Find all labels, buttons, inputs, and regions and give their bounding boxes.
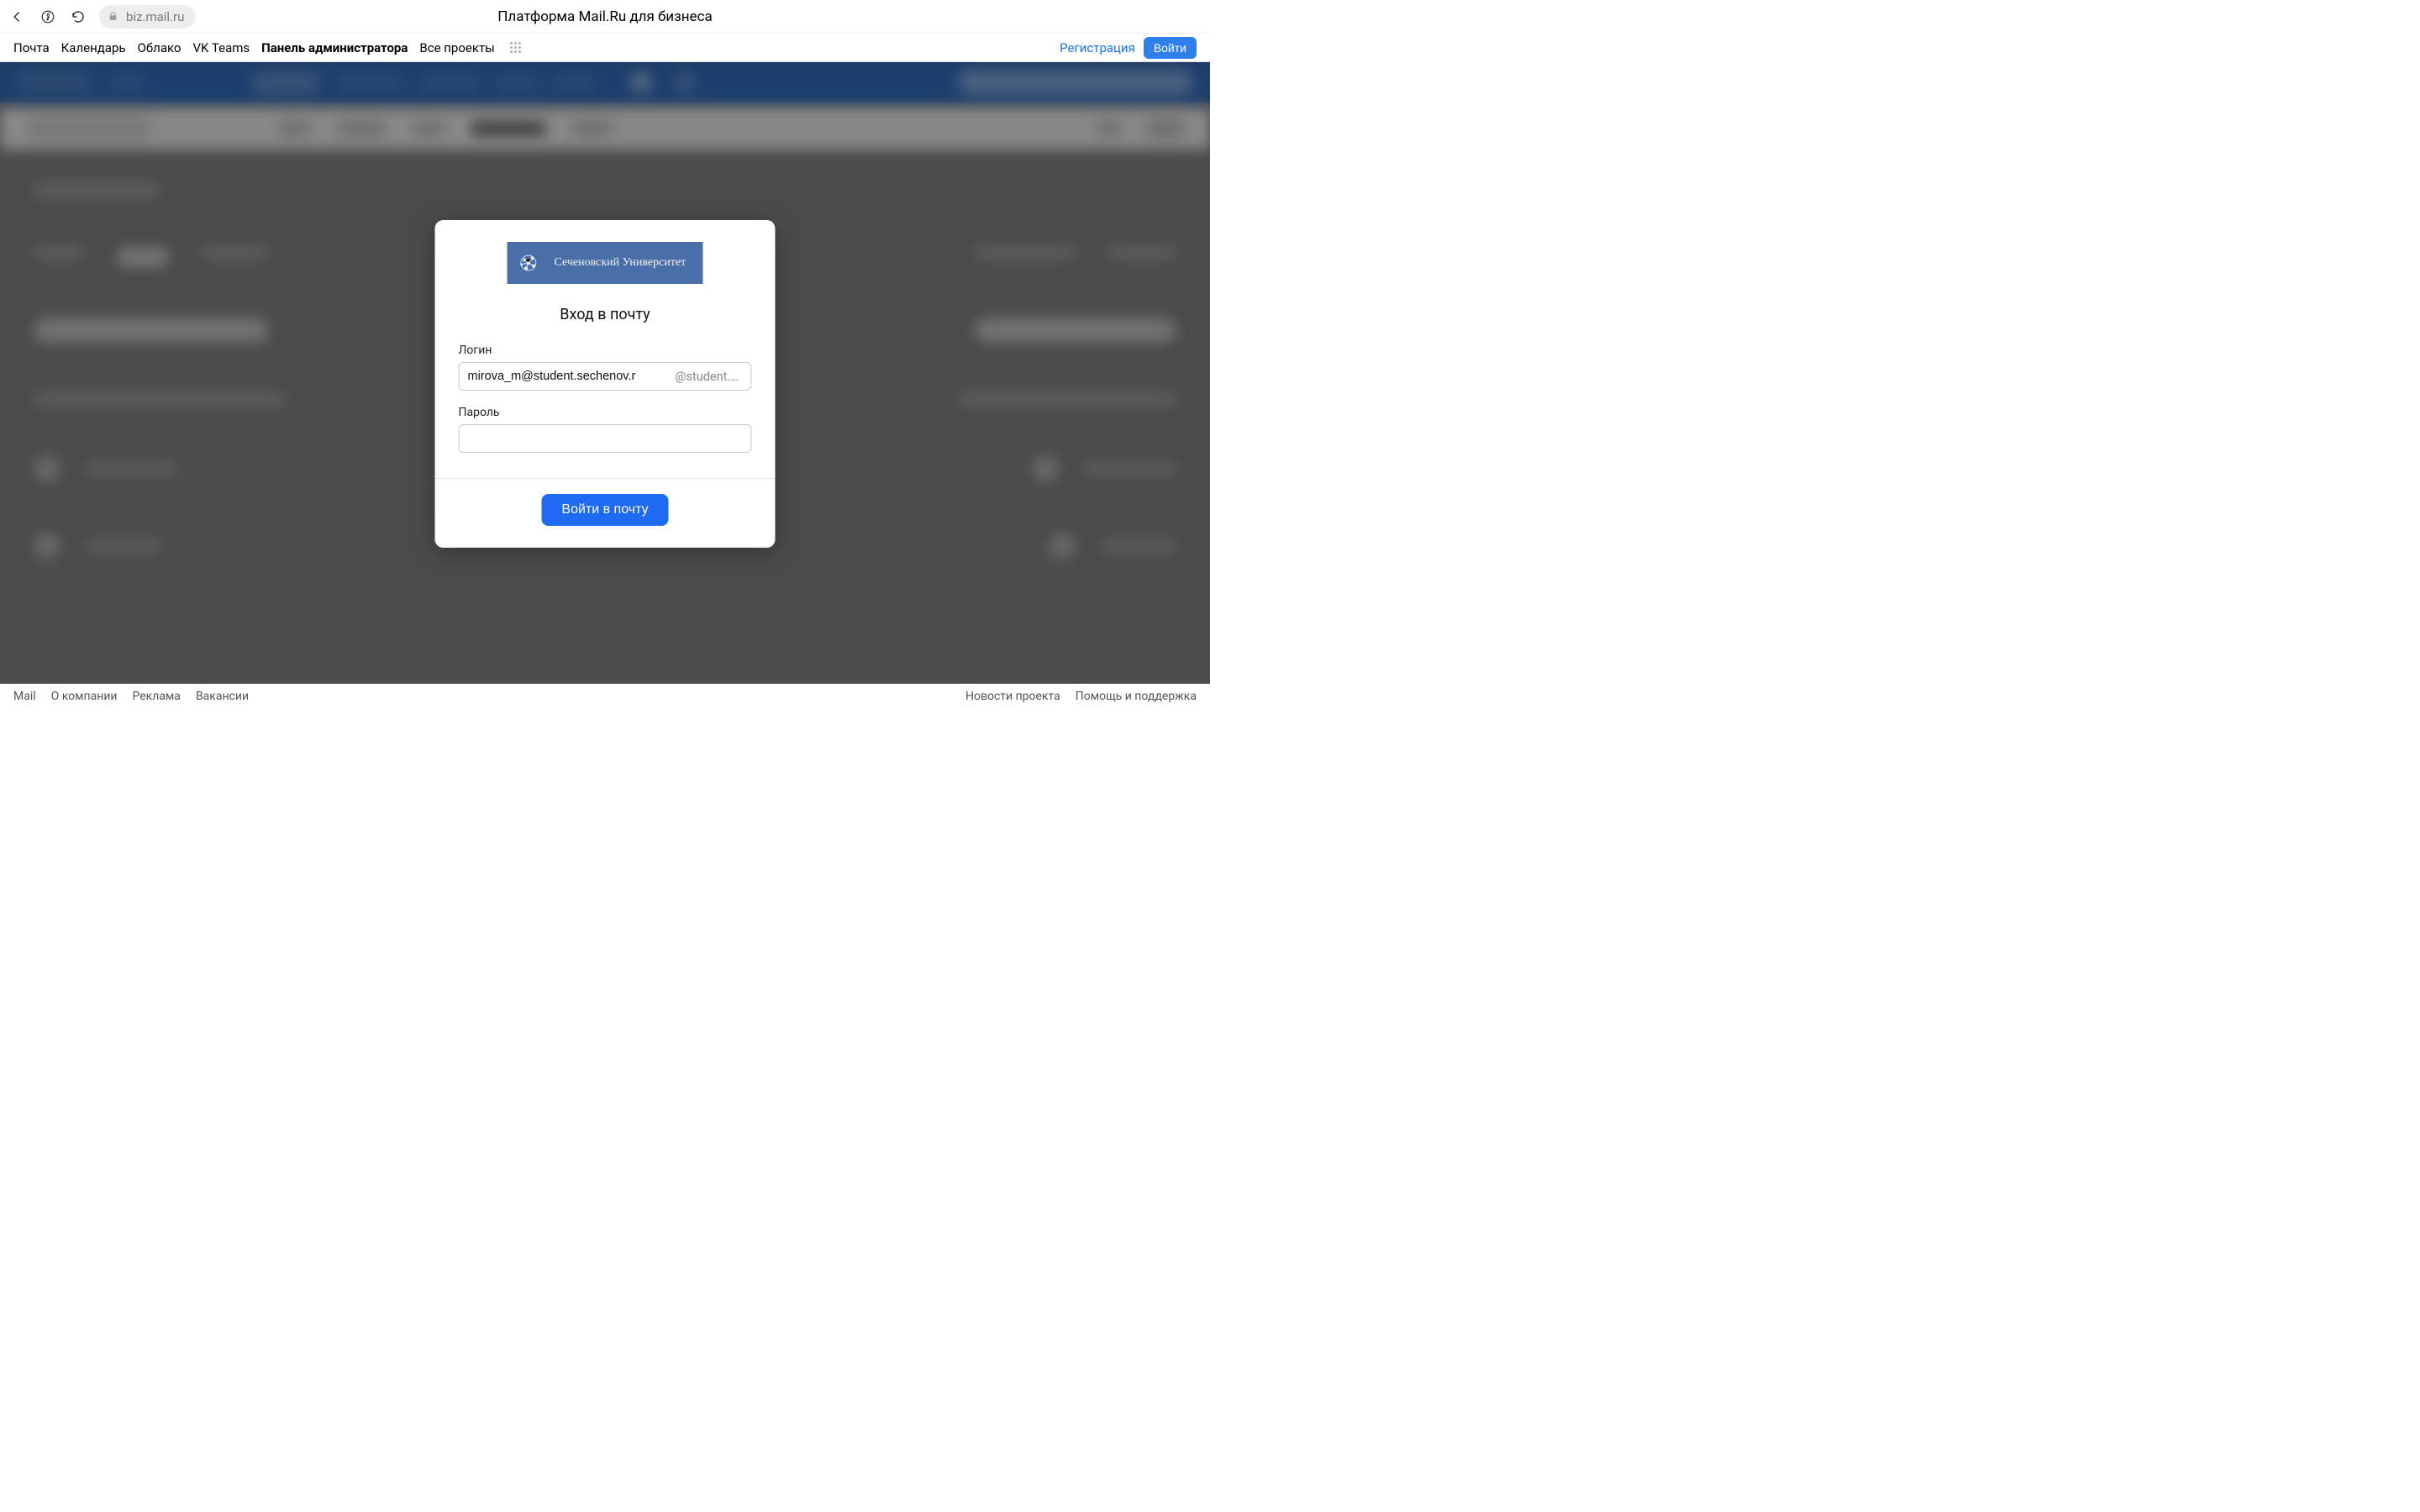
url-text: biz.mail.ru (126, 9, 184, 24)
nav-link-calendar[interactable]: Календарь (61, 40, 126, 55)
nav-link-admin[interactable]: Панель администратора (261, 40, 408, 55)
password-input[interactable] (459, 424, 752, 453)
footer: Mail О компании Реклама Вакансии Новости… (0, 684, 1210, 709)
yandex-icon[interactable] (40, 9, 55, 24)
password-label: Пароль (459, 406, 752, 419)
login-input-row: @student.s… (459, 362, 752, 391)
browser-toolbar: biz.mail.ru Платформа Mail.Ru для бизнес… (0, 0, 1210, 34)
modal-title: Вход в почту (459, 306, 752, 323)
footer-link-help[interactable]: Помощь и поддержка (1076, 690, 1197, 703)
nav-link-cloud[interactable]: Облако (138, 40, 182, 55)
footer-left: Mail О компании Реклама Вакансии (13, 690, 249, 703)
nav-link-vkteams[interactable]: VK Teams (193, 40, 250, 55)
product-nav: Почта Календарь Облако VK Teams Панель а… (0, 34, 1210, 62)
password-field-group: Пароль (459, 406, 752, 453)
university-logo: Сеченовский Университет (508, 242, 703, 284)
modal-action-row: Войти в почту (435, 479, 776, 548)
back-icon[interactable] (10, 9, 25, 24)
footer-link-jobs[interactable]: Вакансии (196, 690, 249, 703)
url-bar[interactable]: biz.mail.ru (99, 5, 196, 29)
footer-link-about[interactable]: О компании (51, 690, 118, 703)
main-area: Сеченовский Университет Вход в почту Лог… (0, 62, 1210, 684)
reload-icon[interactable] (71, 9, 86, 24)
login-input[interactable] (460, 363, 676, 390)
product-nav-links: Почта Календарь Облако VK Teams Панель а… (13, 40, 521, 55)
browser-nav-icons (10, 9, 86, 24)
nav-link-mail[interactable]: Почта (13, 40, 50, 55)
apps-grid-icon[interactable] (510, 42, 521, 53)
nav-link-allprojects[interactable]: Все проекты (419, 40, 494, 55)
lock-icon (106, 10, 119, 24)
register-link[interactable]: Регистрация (1060, 40, 1135, 55)
footer-right: Новости проекта Помощь и поддержка (965, 690, 1197, 703)
login-label: Логин (459, 344, 752, 357)
login-modal: Сеченовский Университет Вход в почту Лог… (435, 220, 776, 548)
login-domain-suffix: @student.s… (676, 370, 751, 384)
footer-link-mail[interactable]: Mail (13, 690, 36, 703)
university-logo-icon (516, 248, 546, 278)
login-field-group: Логин @student.s… (459, 344, 752, 391)
submit-button[interactable]: Войти в почту (541, 494, 668, 526)
login-button[interactable]: Войти (1144, 37, 1197, 59)
footer-link-news[interactable]: Новости проекта (965, 690, 1060, 703)
nav-right: Регистрация Войти (1060, 37, 1197, 59)
footer-link-ads[interactable]: Реклама (132, 690, 180, 703)
university-name: Сеченовский Университет (555, 256, 687, 270)
page-title: Платформа Mail.Ru для бизнеса (497, 8, 712, 25)
